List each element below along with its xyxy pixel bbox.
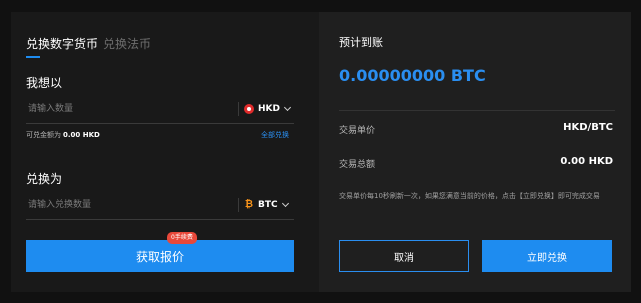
divider (339, 110, 615, 111)
unit-price-label: 交易单价 (339, 126, 376, 136)
chevron-down-icon (281, 199, 289, 207)
from-field: HKD (26, 96, 294, 124)
refresh-note: 交易单价每10秒刷新一次，如果您满意当前的价格，点击【立即兑换】即可完成交易 (339, 192, 600, 200)
to-currency-select[interactable]: ₿ BTC (244, 197, 289, 213)
estimated-amount: 0.00000000 BTC (339, 66, 486, 85)
field-divider (238, 102, 239, 116)
summary-title: 预计到账 (339, 36, 383, 49)
total-label: 交易总额 (339, 160, 376, 170)
summary-panel: 预计到账 0.00000000 BTC 交易单价 HKD/BTC 交易总额 0.… (319, 12, 631, 292)
tab-fiat[interactable]: 兑换法币 (103, 35, 151, 52)
cancel-button[interactable]: 取消 (339, 240, 469, 272)
exchange-all-link[interactable]: 全部兑换 (261, 130, 289, 140)
tab-crypto[interactable]: 兑换数字货币 (26, 35, 98, 52)
get-quote-button[interactable]: 获取报价 (26, 240, 294, 272)
to-currency-label: BTC (258, 200, 278, 210)
to-label: 兑换为 (26, 172, 63, 186)
available-amount: 0.00 HKD (63, 131, 100, 139)
to-field: ₿ BTC (26, 192, 294, 220)
exchange-form-panel: 兑换数字货币 兑换法币 我想以 HKD 可兑金额为0.00 HKD 全部兑换 兑… (11, 12, 319, 292)
unit-price-value: HKD/BTC (563, 122, 613, 133)
from-label: 我想以 (26, 76, 63, 90)
field-divider (238, 198, 239, 212)
chevron-down-icon (283, 103, 292, 111)
to-amount-input[interactable] (26, 194, 226, 216)
from-currency-select[interactable]: HKD (244, 101, 292, 117)
exchange-now-button[interactable]: 立即兑换 (482, 240, 612, 272)
total-value: 0.00 HKD (560, 156, 613, 167)
available-prefix: 可兑金额为 (26, 131, 61, 139)
hk-flag-icon (244, 104, 254, 114)
from-currency-label: HKD (258, 104, 280, 114)
available-balance: 可兑金额为 0.00 HKD (26, 130, 100, 140)
zero-fee-badge: 0手续费 (167, 232, 197, 244)
active-tab-indicator (26, 56, 40, 58)
btc-icon: ₿ (244, 199, 254, 210)
from-amount-input[interactable] (26, 98, 226, 120)
